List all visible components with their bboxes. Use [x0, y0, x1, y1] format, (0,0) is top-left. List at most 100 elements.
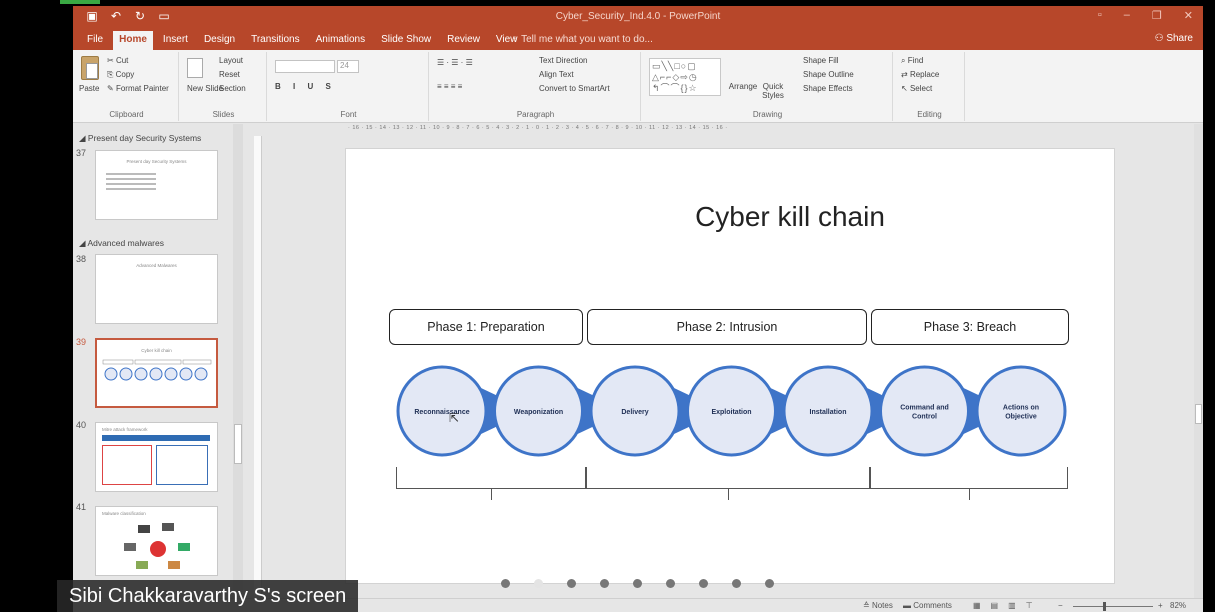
view-buttons[interactable]: ▦▤▥⊤ — [973, 601, 1043, 610]
paste-icon[interactable] — [81, 56, 99, 80]
tab-design[interactable]: Design — [198, 31, 241, 50]
thumb-malware-graphic — [124, 523, 190, 569]
new-slide-icon[interactable] — [187, 58, 203, 78]
bullets-icon[interactable]: ☰ · ☰ · ☰ — [437, 58, 473, 67]
comments-label: Comments — [913, 601, 952, 610]
slide-canvas: Cyber kill chain Phase 1: Preparation Ph… — [263, 136, 1193, 598]
tab-animations[interactable]: Animations — [310, 31, 371, 50]
align-text-button[interactable]: Align Text — [539, 70, 574, 79]
copy-button[interactable]: ⎘ Copy — [107, 70, 134, 80]
select-icon: ↖ — [901, 84, 910, 93]
tab-file[interactable]: File — [81, 31, 109, 50]
shape-effects-button[interactable]: Shape Effects — [803, 84, 853, 93]
clipboard-group-label: Clipboard — [109, 110, 144, 119]
horizontal-ruler: · 16 · 15 · 14 · 13 · 12 · 11 · 10 · 9 ·… — [348, 125, 728, 131]
tab-insert[interactable]: Insert — [157, 31, 194, 50]
find-label: Find — [907, 56, 924, 65]
find-button[interactable]: ⌕ Find — [901, 56, 923, 66]
clipboard-group: Paste ✂ Cut ⎘ Copy ✎ Format Painter Clip… — [75, 52, 179, 121]
replace-button[interactable]: ⇄ Replace — [901, 70, 939, 79]
font-name-box[interactable] — [275, 60, 335, 73]
notes-button[interactable]: ≙ Notes — [863, 601, 893, 610]
phase-box-preparation[interactable]: Phase 1: Preparation — [389, 309, 583, 345]
select-button[interactable]: ↖ Select — [901, 84, 932, 93]
text-direction-button[interactable]: Text Direction — [539, 56, 587, 65]
slide[interactable]: Cyber kill chain Phase 1: Preparation Ph… — [345, 148, 1115, 588]
comments-button[interactable]: ▬ Comments — [903, 601, 952, 610]
panel-scroll-thumb[interactable] — [234, 424, 242, 464]
restore-icon[interactable]: ❐ — [1152, 9, 1162, 22]
canvas-scrollbar[interactable] — [1194, 124, 1203, 598]
font-group-label: Font — [340, 110, 357, 119]
thumb-number: 37 — [76, 148, 87, 158]
section-header[interactable]: ◢ Present day Security Systems — [79, 133, 201, 144]
zoom-level[interactable]: 82% — [1170, 601, 1186, 610]
thumb-number: 38 — [76, 254, 87, 264]
new-slide-button[interactable]: New Slide — [187, 84, 223, 93]
slide-thumbnail-38[interactable]: Advanced Malwares — [95, 254, 218, 324]
ribbon-options-icon[interactable]: ▫ — [1098, 9, 1102, 22]
chain-step-label: Weaponization — [514, 409, 563, 416]
slide-thumbnail-39[interactable]: Cyber kill chain — [95, 338, 218, 408]
close-icon[interactable]: ✕ — [1184, 9, 1193, 22]
quick-styles-button[interactable]: Quick Styles — [757, 82, 789, 100]
shapes-gallery[interactable]: ▭╲╲□○▢ △⌐⌐◇⇨◷ ↰⌒⌒{}☆ — [649, 58, 721, 96]
format-buttons[interactable]: B I U S — [275, 82, 336, 91]
chain-step-label: Control — [912, 414, 937, 421]
thumb-number: 41 — [76, 502, 87, 512]
font-size-box[interactable]: 24 — [337, 60, 359, 73]
slides-group: New Slide Layout Reset Section Slides — [181, 52, 267, 121]
kill-chain-svg: Reconnaissance Weaponization Delivery Explo… — [396, 365, 1067, 457]
ribbon: Paste ✂ Cut ⎘ Copy ✎ Format Painter Clip… — [73, 50, 1203, 123]
phase-box-breach[interactable]: Phase 3: Breach — [871, 309, 1069, 345]
dot — [666, 579, 675, 588]
panel-scrollbar[interactable] — [233, 124, 243, 598]
shape-fill-button[interactable]: Shape Fill — [803, 56, 839, 65]
section-header[interactable]: ◢ Advanced malwares — [79, 238, 164, 249]
tab-review[interactable]: Review — [441, 31, 486, 50]
layout-button[interactable]: Layout — [219, 56, 243, 65]
zoom-in-icon[interactable]: + — [1158, 601, 1163, 610]
bracket-preparation — [396, 467, 586, 500]
editing-group: ⌕ Find ⇄ Replace ↖ Select Editing — [895, 52, 965, 121]
dot — [600, 579, 609, 588]
screen-share-frame: ▣ ↶ ↻ ▭ Cyber_Security_Ind.4.0 - PowerPo… — [0, 0, 1215, 612]
slides-group-label: Slides — [212, 110, 235, 119]
arrange-button[interactable]: Arrange — [727, 82, 759, 91]
thumb-number: 39 — [76, 337, 87, 347]
slide-thumbnail-41[interactable]: Malware classification — [95, 506, 218, 576]
zoom-slider[interactable] — [1073, 606, 1153, 607]
slide-thumbnail-37[interactable]: Present day Security Systems — [95, 150, 218, 220]
zoom-out-icon[interactable]: − — [1058, 601, 1063, 610]
dot — [534, 579, 543, 588]
find-icon: ⌕ — [901, 56, 908, 65]
slide-title[interactable]: Cyber kill chain — [346, 201, 1114, 233]
section-label: Present day Security Systems — [87, 133, 202, 143]
dot — [633, 579, 642, 588]
format-painter-button[interactable]: ✎ Format Painter — [107, 84, 169, 93]
cut-button[interactable]: ✂ Cut — [107, 56, 128, 65]
canvas-scroll-thumb[interactable] — [1195, 404, 1202, 424]
comment-icon: ▬ — [903, 601, 914, 610]
paste-button[interactable]: Paste — [79, 84, 99, 93]
convert-smartart-button[interactable]: Convert to SmartArt — [539, 84, 610, 93]
reset-button[interactable]: Reset — [219, 70, 240, 79]
section-button[interactable]: Section — [219, 84, 246, 93]
replace-label: Replace — [909, 70, 940, 79]
brush-icon: ✎ — [107, 84, 116, 93]
tell-me-search[interactable]: ♀ Tell me what you want to do... — [511, 34, 653, 45]
notes-label: Notes — [871, 601, 893, 610]
shape-outline-button[interactable]: Shape Outline — [803, 70, 854, 79]
drawing-group: ▭╲╲□○▢ △⌐⌐◇⇨◷ ↰⌒⌒{}☆ Arrange Quick Styles … — [643, 52, 893, 121]
tab-home[interactable]: Home — [113, 31, 153, 50]
align-icons[interactable]: ≡ ≡ ≡ ≡ — [437, 82, 462, 91]
slide-thumbnail-40[interactable]: Mitre attack framework — [95, 422, 218, 492]
phase-box-intrusion[interactable]: Phase 2: Intrusion — [587, 309, 867, 345]
share-button[interactable]: ⚇ Share — [1155, 33, 1193, 44]
cut-label: Cut — [115, 56, 129, 65]
minimize-icon[interactable]: – — [1124, 9, 1130, 22]
tab-transitions[interactable]: Transitions — [245, 31, 306, 50]
zoom-slider-thumb[interactable] — [1103, 602, 1106, 611]
font-group: 24 B I U S Font — [269, 52, 429, 121]
tab-slide-show[interactable]: Slide Show — [375, 31, 437, 50]
